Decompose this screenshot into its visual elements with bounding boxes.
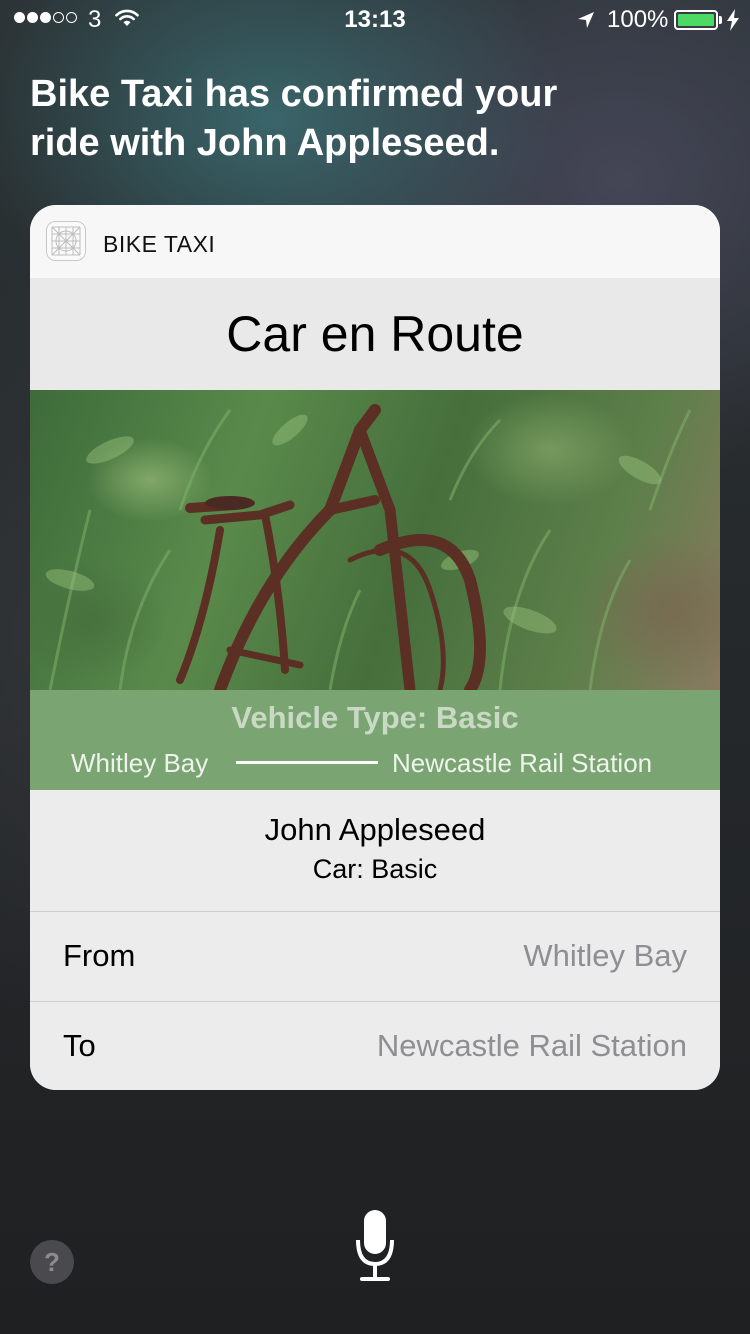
bike-taxi-app-icon (46, 221, 86, 261)
from-value: Whitley Bay (523, 938, 687, 973)
battery-tip (719, 16, 722, 24)
microphone-icon[interactable] (356, 1208, 394, 1282)
charging-bolt-icon (727, 9, 739, 31)
route-banner: Vehicle Type: Basic Whitley Bay Newcastl… (30, 690, 720, 790)
car-type: Car: Basic (312, 854, 438, 884)
help-button[interactable]: ? (30, 1240, 74, 1284)
location-arrow-icon (578, 12, 594, 28)
from-row: From Whitley Bay (30, 912, 720, 1001)
battery-percentage: 100% (607, 6, 669, 33)
driver-info: John Appleseed Car: Basic (30, 790, 720, 912)
siri-response: Bike Taxi has confirmed your ride with J… (30, 73, 558, 164)
route-origin: Whitley Bay (71, 748, 209, 778)
card-title: Car en Route (226, 306, 524, 362)
status-bar: 3 13:13 100% (0, 0, 750, 40)
route-destination: Newcastle Rail Station (392, 748, 653, 778)
route-line (236, 761, 378, 764)
driver-name: John Appleseed (264, 812, 486, 847)
to-value: Newcastle Rail Station (376, 1028, 687, 1063)
battery-icon (674, 10, 718, 30)
vehicle-photo (30, 390, 720, 690)
ride-card[interactable]: BIKE TAXI Car en Route Vehicle Type: Bas… (30, 205, 720, 1090)
title-area: Car en Route (30, 278, 720, 390)
to-label: To (63, 1028, 96, 1063)
to-row: To Newcastle Rail Station (30, 1001, 720, 1090)
app-name: BIKE TAXI (103, 231, 216, 257)
from-label: From (63, 938, 136, 973)
card-header: BIKE TAXI (30, 205, 720, 278)
vehicle-type: Vehicle Type: Basic (231, 700, 519, 735)
